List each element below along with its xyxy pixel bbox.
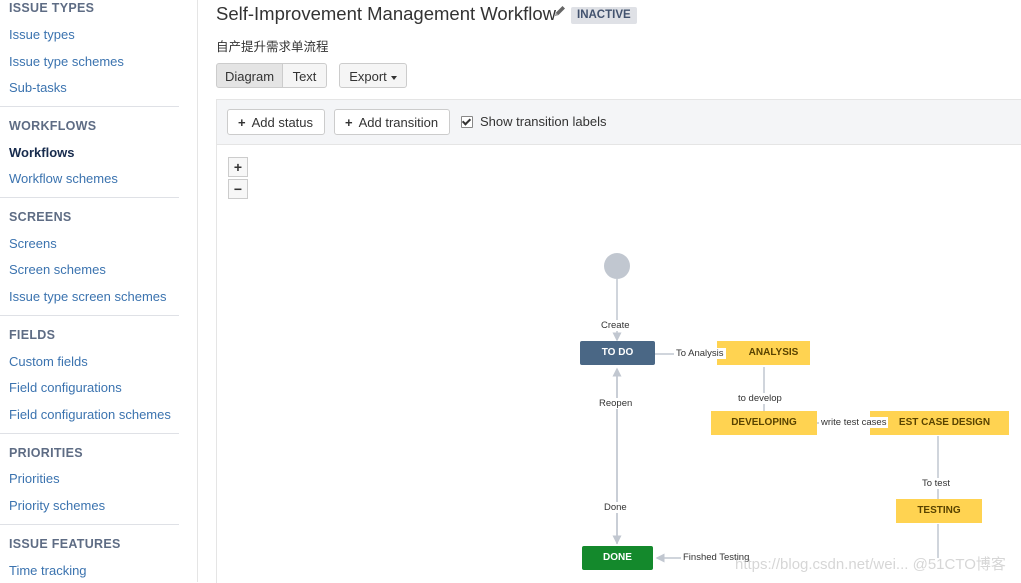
pencil-icon[interactable] — [553, 4, 567, 18]
section-title-issue-features: ISSUE FEATURES — [9, 537, 121, 551]
transition-label-reopen[interactable]: Reopen — [599, 398, 633, 409]
export-label: Export — [349, 69, 387, 84]
section-title-screens: SCREENS — [9, 210, 72, 224]
admin-sidebar: ISSUE TYPES Issue types Issue type schem… — [0, 0, 198, 582]
section-title-fields: FIELDS — [9, 328, 56, 342]
export-dropdown[interactable]: Export — [339, 63, 407, 88]
transition-label-create[interactable]: Create — [601, 320, 630, 331]
transition-label-to-analysis[interactable]: To Analysis — [674, 348, 726, 359]
sidebar-item-workflow-schemes[interactable]: Workflow schemes — [9, 171, 118, 186]
status-done[interactable]: DONE — [582, 546, 653, 570]
sidebar-item-time-tracking[interactable]: Time tracking — [9, 563, 87, 578]
divider — [0, 197, 179, 198]
sidebar-item-sub-tasks[interactable]: Sub-tasks — [9, 80, 67, 95]
section-title-priorities: PRIORITIES — [9, 446, 83, 460]
sidebar-item-screen-schemes[interactable]: Screen schemes — [9, 262, 106, 277]
watermark-text: https://blog.csdn.net/wei... @51CTO博客 — [735, 556, 1006, 573]
sidebar-item-workflows[interactable]: Workflows — [9, 145, 75, 160]
status-analysis[interactable]: ANALYSIS — [717, 341, 810, 365]
sidebar-item-field-configurations[interactable]: Field configurations — [9, 380, 122, 395]
page-title: Self-Improvement Management Workflow — [216, 3, 556, 24]
status-test-case-design[interactable]: EST CASE DESIGN — [870, 411, 1009, 435]
initial-state[interactable] — [604, 253, 630, 279]
transition-label-write-test-cases[interactable]: write test cases — [819, 417, 889, 428]
workflow-description: 自产提升需求单流程 — [216, 40, 329, 54]
divider — [0, 433, 179, 434]
sidebar-item-screens[interactable]: Screens — [9, 236, 57, 251]
transition-label-to-test[interactable]: To test — [922, 478, 950, 489]
status-testing[interactable]: TESTING — [896, 499, 982, 523]
status-developing[interactable]: DEVELOPING — [711, 411, 817, 435]
divider — [0, 524, 179, 525]
transition-label-to-develop[interactable]: to develop — [738, 393, 782, 404]
section-title-workflows: WORKFLOWS — [9, 119, 97, 133]
transition-label-done[interactable]: Done — [604, 502, 627, 513]
workflow-diagram-panel: + Add status + Add transition Show transit… — [216, 99, 1021, 583]
divider — [0, 315, 179, 316]
status-badge: INACTIVE — [571, 7, 637, 24]
tab-text[interactable]: Text — [282, 63, 327, 88]
sidebar-item-priorities[interactable]: Priorities — [9, 471, 60, 486]
sidebar-item-field-configuration-schemes[interactable]: Field configuration schemes — [9, 407, 171, 422]
sidebar-item-priority-schemes[interactable]: Priority schemes — [9, 498, 105, 513]
sidebar-item-issue-types[interactable]: Issue types — [9, 27, 75, 42]
sidebar-item-issue-type-screen-schemes[interactable]: Issue type screen schemes — [9, 289, 167, 304]
section-title-issue-types: ISSUE TYPES — [9, 1, 95, 15]
tab-diagram[interactable]: Diagram — [216, 63, 283, 88]
sidebar-item-custom-fields[interactable]: Custom fields — [9, 354, 88, 369]
divider — [0, 106, 179, 107]
status-todo[interactable]: TO DO — [580, 341, 655, 365]
chevron-down-icon — [390, 75, 397, 80]
sidebar-item-issue-type-schemes[interactable]: Issue type schemes — [9, 54, 124, 69]
